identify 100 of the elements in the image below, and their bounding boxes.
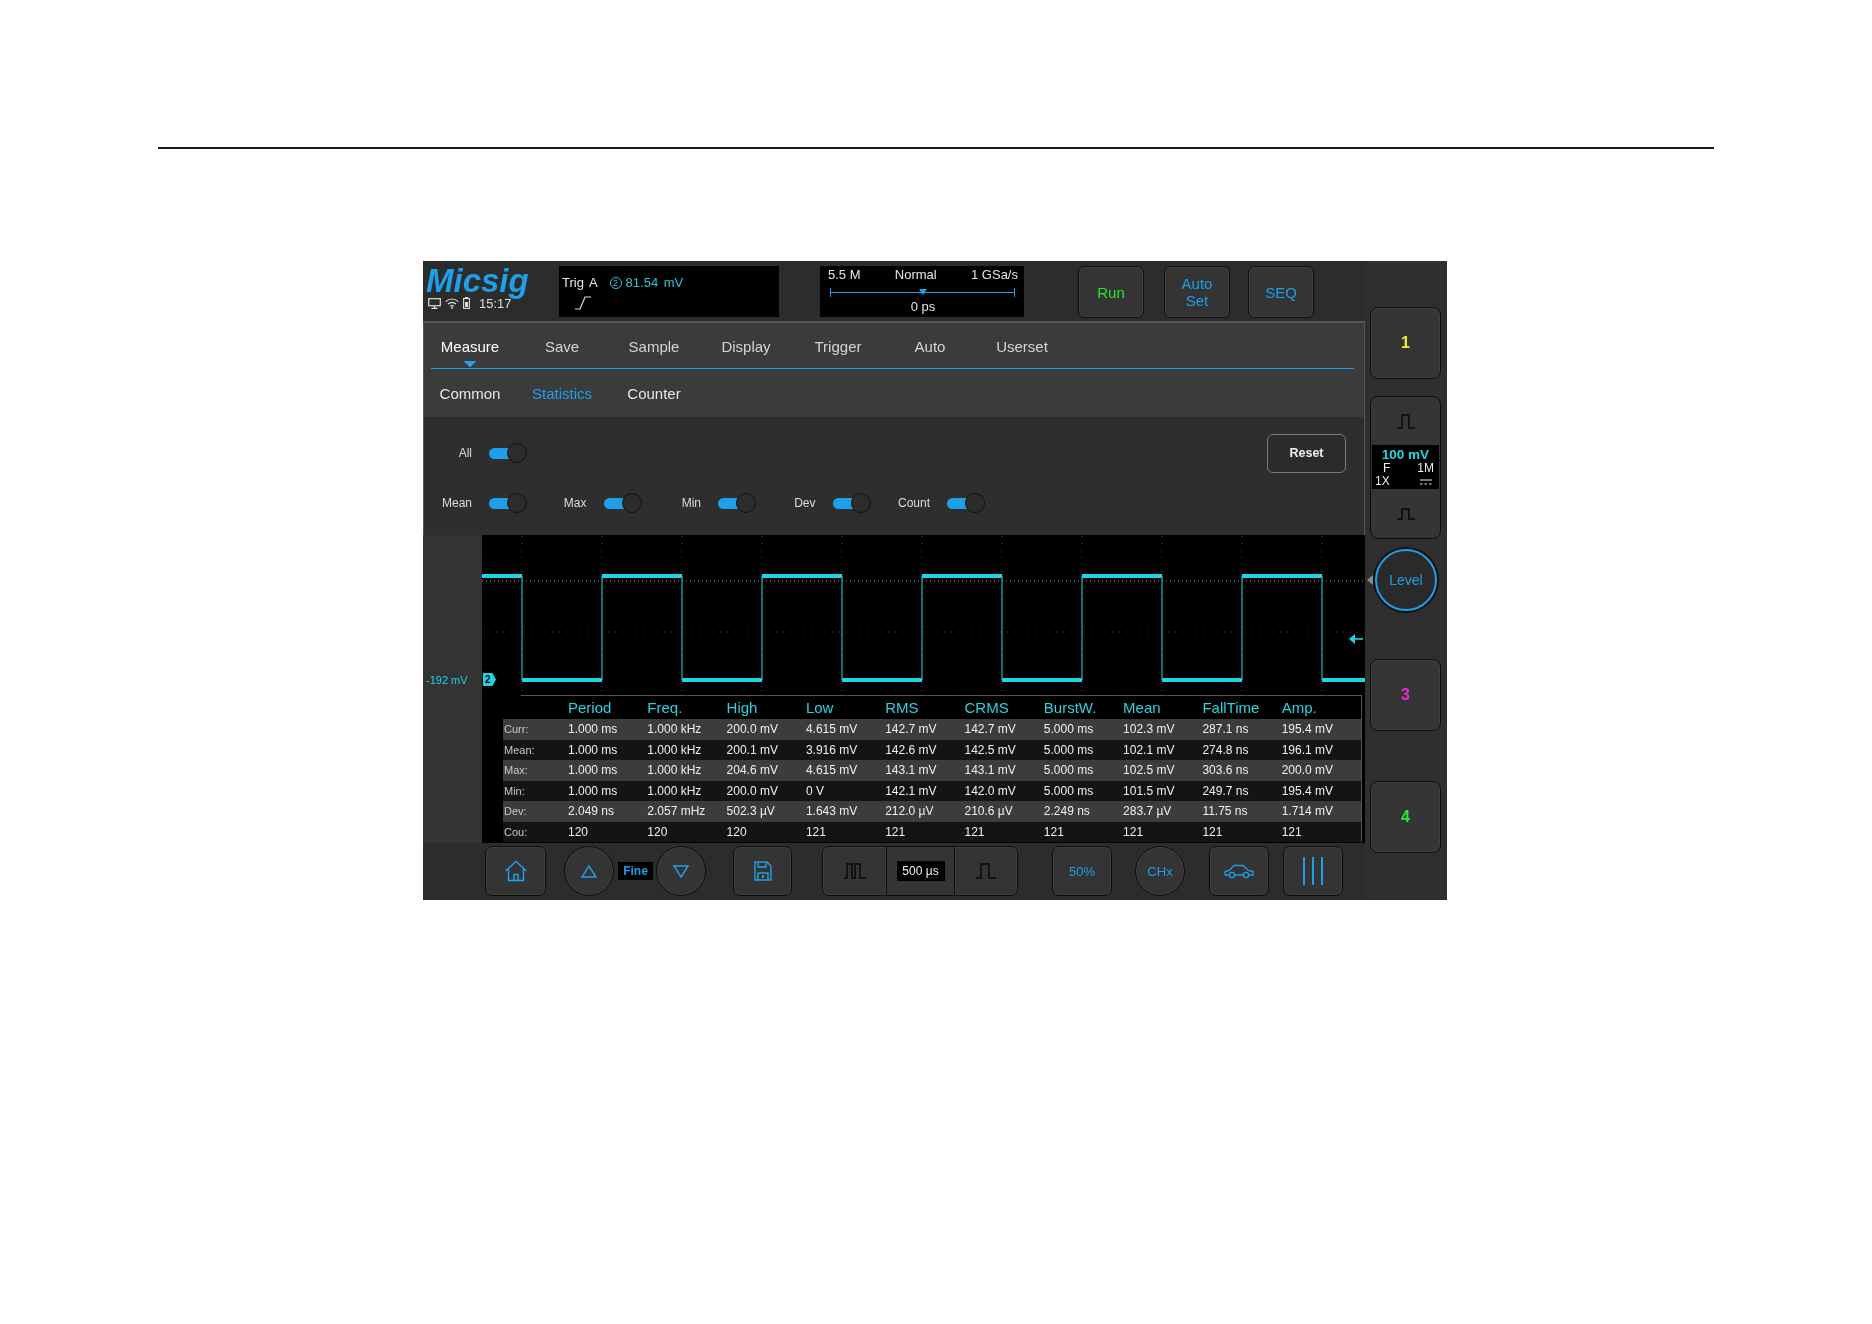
table-cell: 102.1 mV [1123, 742, 1175, 757]
table-cell: 1.000 kHz [647, 763, 702, 778]
toggle-label: All [457, 446, 472, 460]
table-cell: 212.0 µV [885, 804, 934, 819]
dc-coupling-icon [1420, 478, 1432, 485]
table-cell: 502.3 µV [726, 804, 775, 819]
table-cell: 142.6 mV [885, 742, 937, 757]
sample-rate: 1 GSa/s [971, 268, 1018, 282]
column-header: Amp. [1281, 699, 1318, 716]
table-cell: 287.1 ns [1202, 722, 1249, 737]
table-cell: 3.916 mV [805, 742, 858, 757]
toggle-label: Max [562, 496, 587, 510]
table-cell: 102.3 mV [1123, 722, 1175, 737]
row-header: Mean: [503, 743, 535, 756]
table-cell: 102.5 mV [1123, 763, 1175, 778]
channel-select-button[interactable]: CHx [1135, 846, 1185, 896]
toggle-label: Min [680, 496, 701, 510]
toggle-switch[interactable] [603, 492, 642, 514]
table-cell: 5.000 ms [1043, 763, 1094, 778]
slider-thumb[interactable] [918, 289, 927, 295]
sub-tab[interactable]: Common [424, 369, 516, 417]
toggle-switch[interactable] [832, 492, 871, 514]
channel-marker[interactable]: 2 [483, 673, 496, 686]
pulse-icon [976, 863, 996, 879]
cursor-button[interactable] [1283, 846, 1343, 896]
brand-logo: Micsig [426, 264, 529, 297]
column-header: Low [805, 699, 835, 716]
table-cell: 142.7 mV [885, 722, 937, 737]
table-cell: 200.0 mV [1281, 763, 1334, 778]
row-header: Dev: [503, 805, 527, 818]
table-cell: 120 [726, 824, 747, 839]
step-mode-label[interactable]: Fine [618, 862, 653, 880]
column-header: FallTime [1202, 699, 1261, 716]
scale-value: 100 mV [1381, 447, 1430, 462]
pulse-icon [1396, 413, 1415, 429]
control-button[interactable]: SEQ [1248, 266, 1314, 318]
channel-button[interactable]: 1 [1370, 307, 1441, 379]
menu-tab[interactable]: Save [516, 323, 608, 368]
monitor-icon [428, 297, 441, 309]
memory-depth: 5.5 M [828, 268, 861, 282]
table-cell: 1.643 mV [805, 804, 858, 819]
menu-tab[interactable]: Trigger [792, 323, 884, 368]
toggle-switch[interactable] [947, 492, 985, 514]
impedance-label: 1M [1417, 462, 1434, 475]
table-cell: 210.6 µV [964, 804, 1013, 819]
channel-button[interactable]: 4 [1370, 781, 1441, 853]
menu-tab[interactable]: Userset [976, 323, 1068, 368]
row-header: Min: [503, 784, 525, 797]
menu-tab[interactable]: Sample [608, 323, 700, 368]
sub-tab[interactable]: Counter [608, 369, 700, 417]
trigger-50-button[interactable]: 50% [1052, 846, 1112, 896]
car-button[interactable] [1209, 846, 1269, 896]
home-button[interactable] [485, 846, 546, 896]
table-cell: 142.0 mV [964, 783, 1016, 798]
menu-tab[interactable]: Display [700, 323, 792, 368]
toggle-switch[interactable] [489, 492, 527, 514]
toggle-label: Mean [440, 496, 472, 510]
menu-tab[interactable]: Auto [884, 323, 976, 368]
table-cell: 274.8 ns [1202, 742, 1249, 757]
timebase-value: 500 µs [896, 861, 945, 881]
table-cell: 101.5 mV [1123, 783, 1175, 798]
step-up-button[interactable] [564, 846, 614, 896]
table-cell: 121 [1123, 824, 1144, 839]
table-cell: 1.714 mV [1281, 804, 1334, 819]
trigger-source: A [588, 275, 598, 290]
table-cell: 143.1 mV [885, 763, 937, 778]
step-down-button[interactable] [656, 846, 706, 896]
table-cell: 249.7 ns [1202, 783, 1249, 798]
table-cell: 1.000 kHz [647, 783, 702, 798]
level-knob[interactable]: Level [1375, 549, 1437, 611]
table-cell: 121 [1281, 824, 1302, 839]
wifi-icon [445, 297, 459, 309]
table-cell: 1.000 ms [568, 783, 618, 798]
table-cell: 5.000 ms [1043, 742, 1094, 757]
save-button[interactable] [733, 846, 792, 896]
table-cell: 2.249 ns [1043, 804, 1090, 819]
column-header: Period [568, 699, 613, 716]
table-cell: 195.4 mV [1281, 722, 1334, 737]
table-cell: 2.049 ns [568, 804, 615, 819]
column-header: BurstW. [1043, 699, 1098, 716]
column-header: CRMS [964, 699, 1010, 716]
control-button[interactable]: Run [1078, 266, 1144, 318]
sub-tab[interactable]: Statistics [516, 369, 608, 417]
table-cell: 142.5 mV [964, 742, 1016, 757]
table-cell: 2.057 mHz [647, 804, 706, 819]
reset-button[interactable]: Reset [1267, 433, 1346, 473]
toggle-switch[interactable] [718, 492, 756, 514]
table-cell: 283.7 µV [1123, 804, 1172, 819]
column-header: RMS [885, 699, 920, 716]
toggle-switch[interactable] [489, 442, 527, 464]
arrow-marker-icon[interactable] [1349, 634, 1363, 644]
row-header: Curr: [503, 723, 529, 736]
pointer-triangle-icon [1367, 575, 1373, 585]
row-header: Cou: [503, 825, 528, 838]
trigger-label: Trig [562, 275, 584, 290]
table-cell: 4.615 mV [805, 763, 858, 778]
control-button[interactable]: Auto Set [1164, 266, 1230, 318]
car-icon [1223, 863, 1255, 879]
table-cell: 142.7 mV [964, 722, 1016, 737]
row-header: Max: [503, 764, 528, 777]
